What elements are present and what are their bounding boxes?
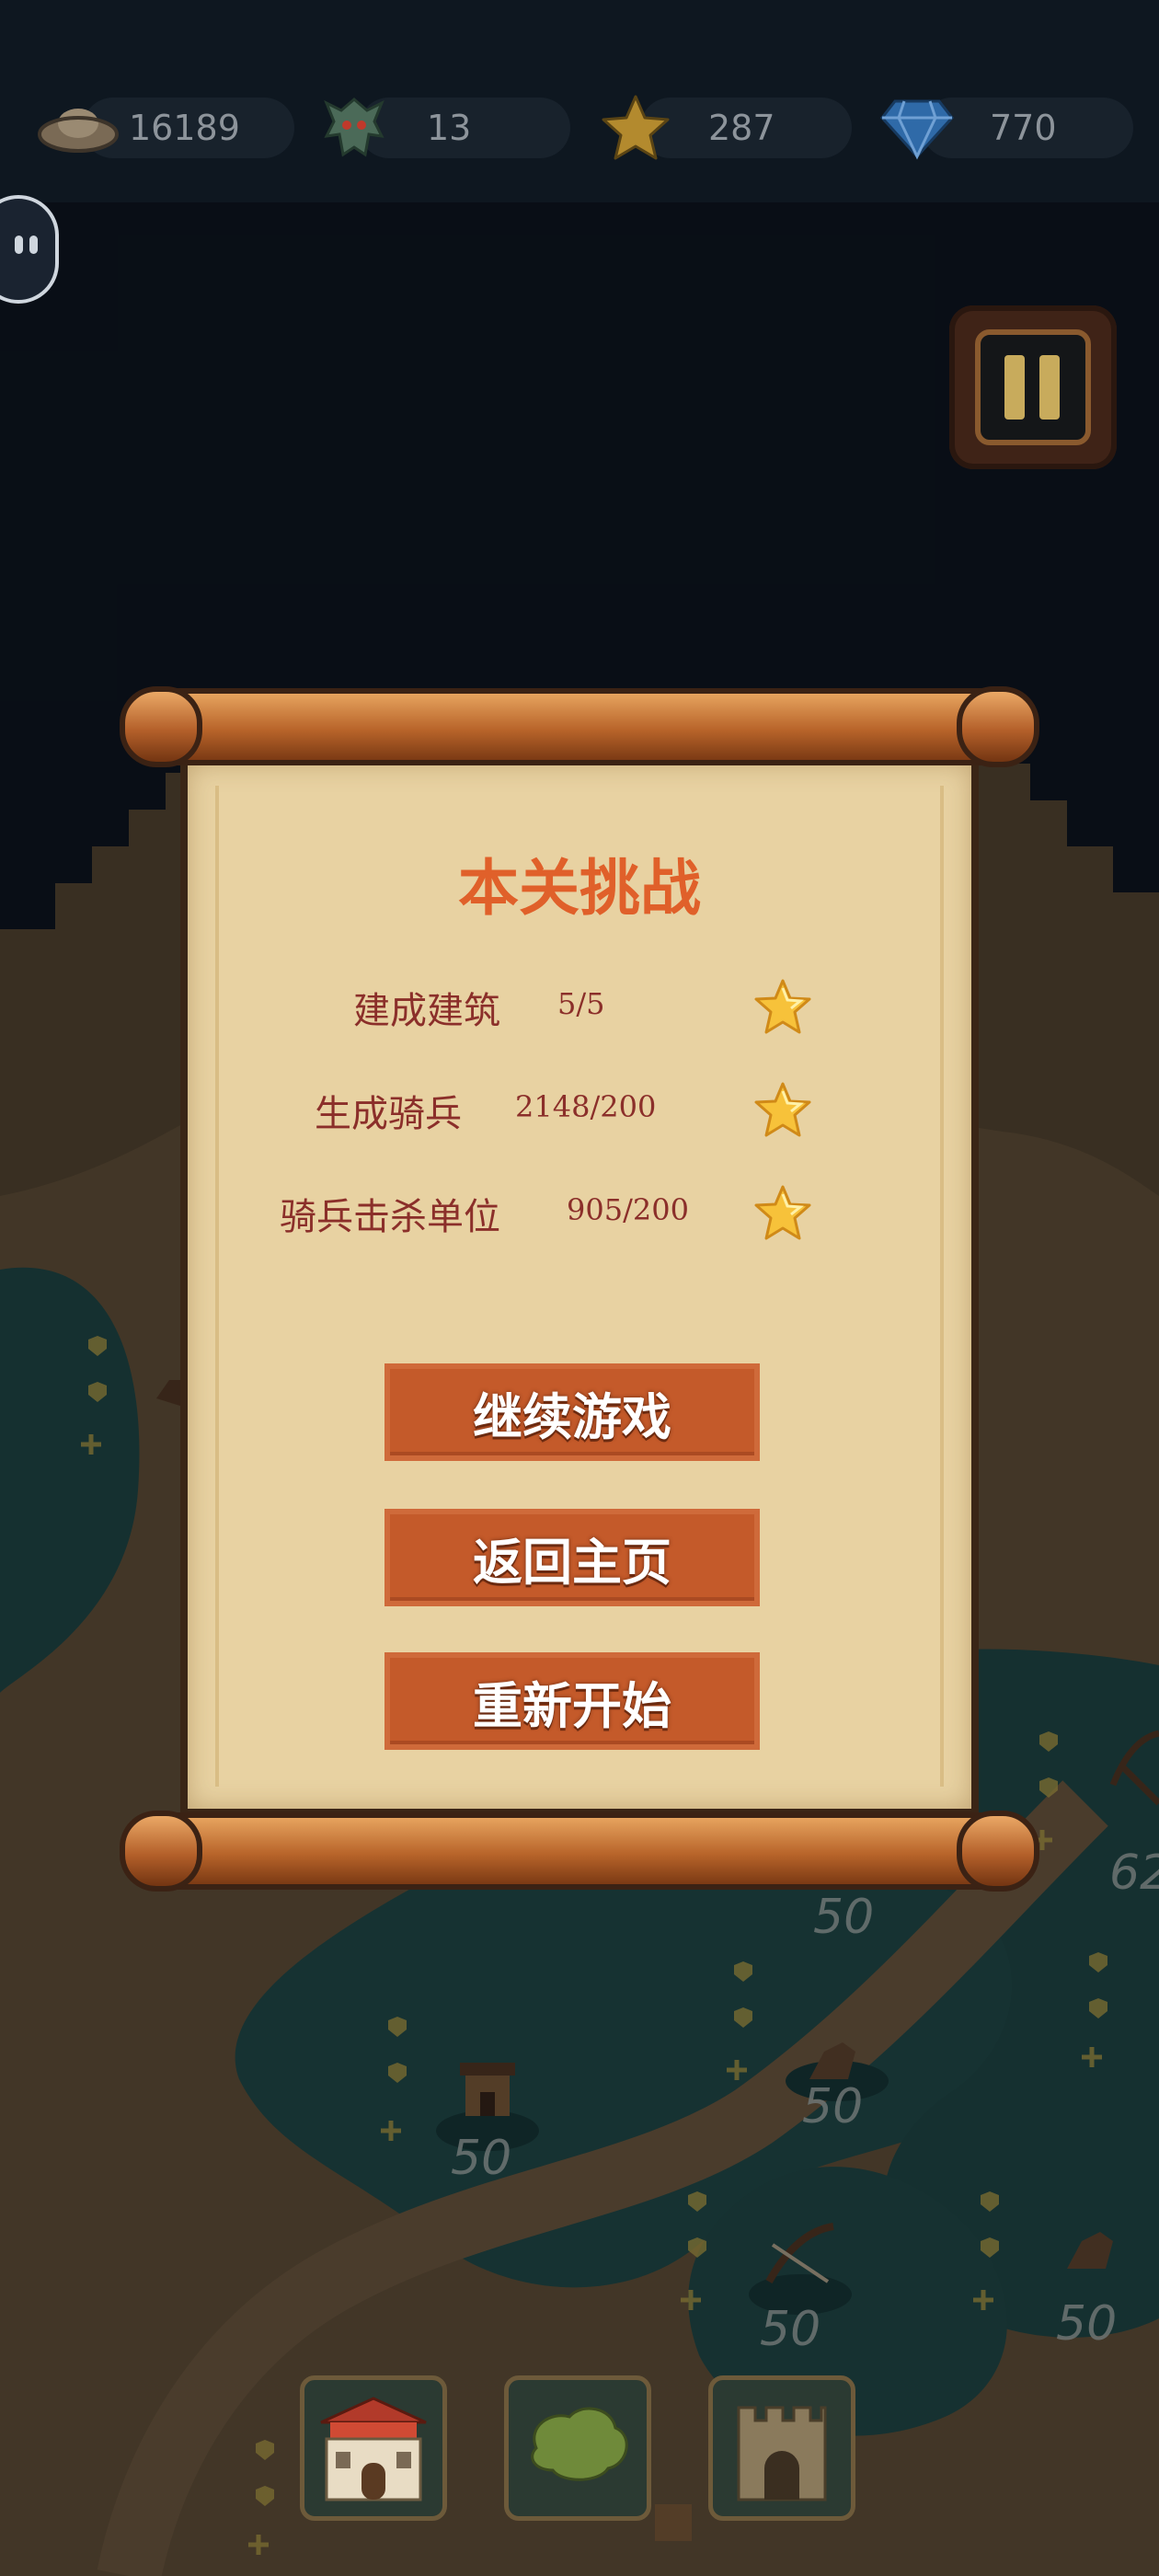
diamond-icon <box>866 90 968 166</box>
challenge-label: 建成建筑 <box>353 990 500 1032</box>
scroll-rod-cap <box>120 1811 202 1892</box>
resource-helmet: 13 <box>304 90 570 166</box>
unit-cost-label: 50 <box>760 2302 821 2357</box>
helmet-count: 13 <box>427 108 472 148</box>
unit-cost-label: 50 <box>1056 2296 1118 2352</box>
pause-bar <box>1039 355 1060 420</box>
star-icon <box>754 1185 811 1240</box>
restart-button[interactable]: 重新开始 <box>384 1652 760 1750</box>
challenge-progress: 2148/200 <box>515 1089 657 1124</box>
gold-count: 16189 <box>129 108 240 148</box>
castle-tower-icon <box>737 2406 827 2501</box>
resource-diamonds: 770 <box>866 90 1133 166</box>
restart-label: 重新开始 <box>473 1676 671 1735</box>
unit-cost-label: 62 <box>1109 1846 1159 1901</box>
tree-icon <box>531 2407 628 2481</box>
return-home-label: 返回主页 <box>473 1533 671 1592</box>
parchment-border <box>215 786 944 1787</box>
pause-icon <box>975 329 1091 445</box>
dragon-helmet-icon <box>304 90 405 166</box>
challenge-label: 骑兵击杀单位 <box>280 1196 500 1238</box>
build-slot-castle[interactable] <box>708 2375 855 2521</box>
dialog-title: 本关挑战 <box>458 853 701 924</box>
build-slot-palace[interactable] <box>300 2375 447 2521</box>
unit-cost-label: 50 <box>813 1890 875 1945</box>
scroll-rod-top <box>120 686 1039 767</box>
challenge-progress: 5/5 <box>557 986 605 1021</box>
side-menu-icon <box>15 236 23 254</box>
pause-button[interactable] <box>949 305 1117 469</box>
continue-game-label: 继续游戏 <box>473 1387 671 1446</box>
continue-game-button[interactable]: 继续游戏 <box>384 1363 760 1461</box>
scroll-rod-cap <box>957 686 1039 767</box>
pause-bar <box>1004 355 1025 420</box>
side-menu-button[interactable] <box>0 195 59 304</box>
challenge-progress: 905/200 <box>567 1192 689 1227</box>
unit-cost-label: 50 <box>802 2079 864 2134</box>
scroll-rod-bottom <box>120 1811 1039 1892</box>
star-icon <box>754 979 811 1034</box>
side-menu-icon <box>29 236 38 254</box>
return-home-button[interactable]: 返回主页 <box>384 1509 760 1606</box>
diamond-count: 770 <box>990 108 1057 148</box>
unit-cost-label: 50 <box>451 2131 512 2186</box>
challenge-label: 生成骑兵 <box>315 1093 462 1135</box>
star-count: 287 <box>708 108 775 148</box>
build-slot-tree[interactable] <box>504 2375 651 2521</box>
resource-stars: 287 <box>585 90 852 166</box>
scroll-rod-cap <box>957 1811 1039 1892</box>
star-icon <box>585 90 686 166</box>
gold-ingot-icon <box>28 90 129 166</box>
star-icon <box>754 1082 811 1137</box>
palace-gate-icon <box>320 2397 427 2501</box>
resource-gold: 16189 <box>28 90 294 166</box>
scroll-rod-cap <box>120 686 202 767</box>
